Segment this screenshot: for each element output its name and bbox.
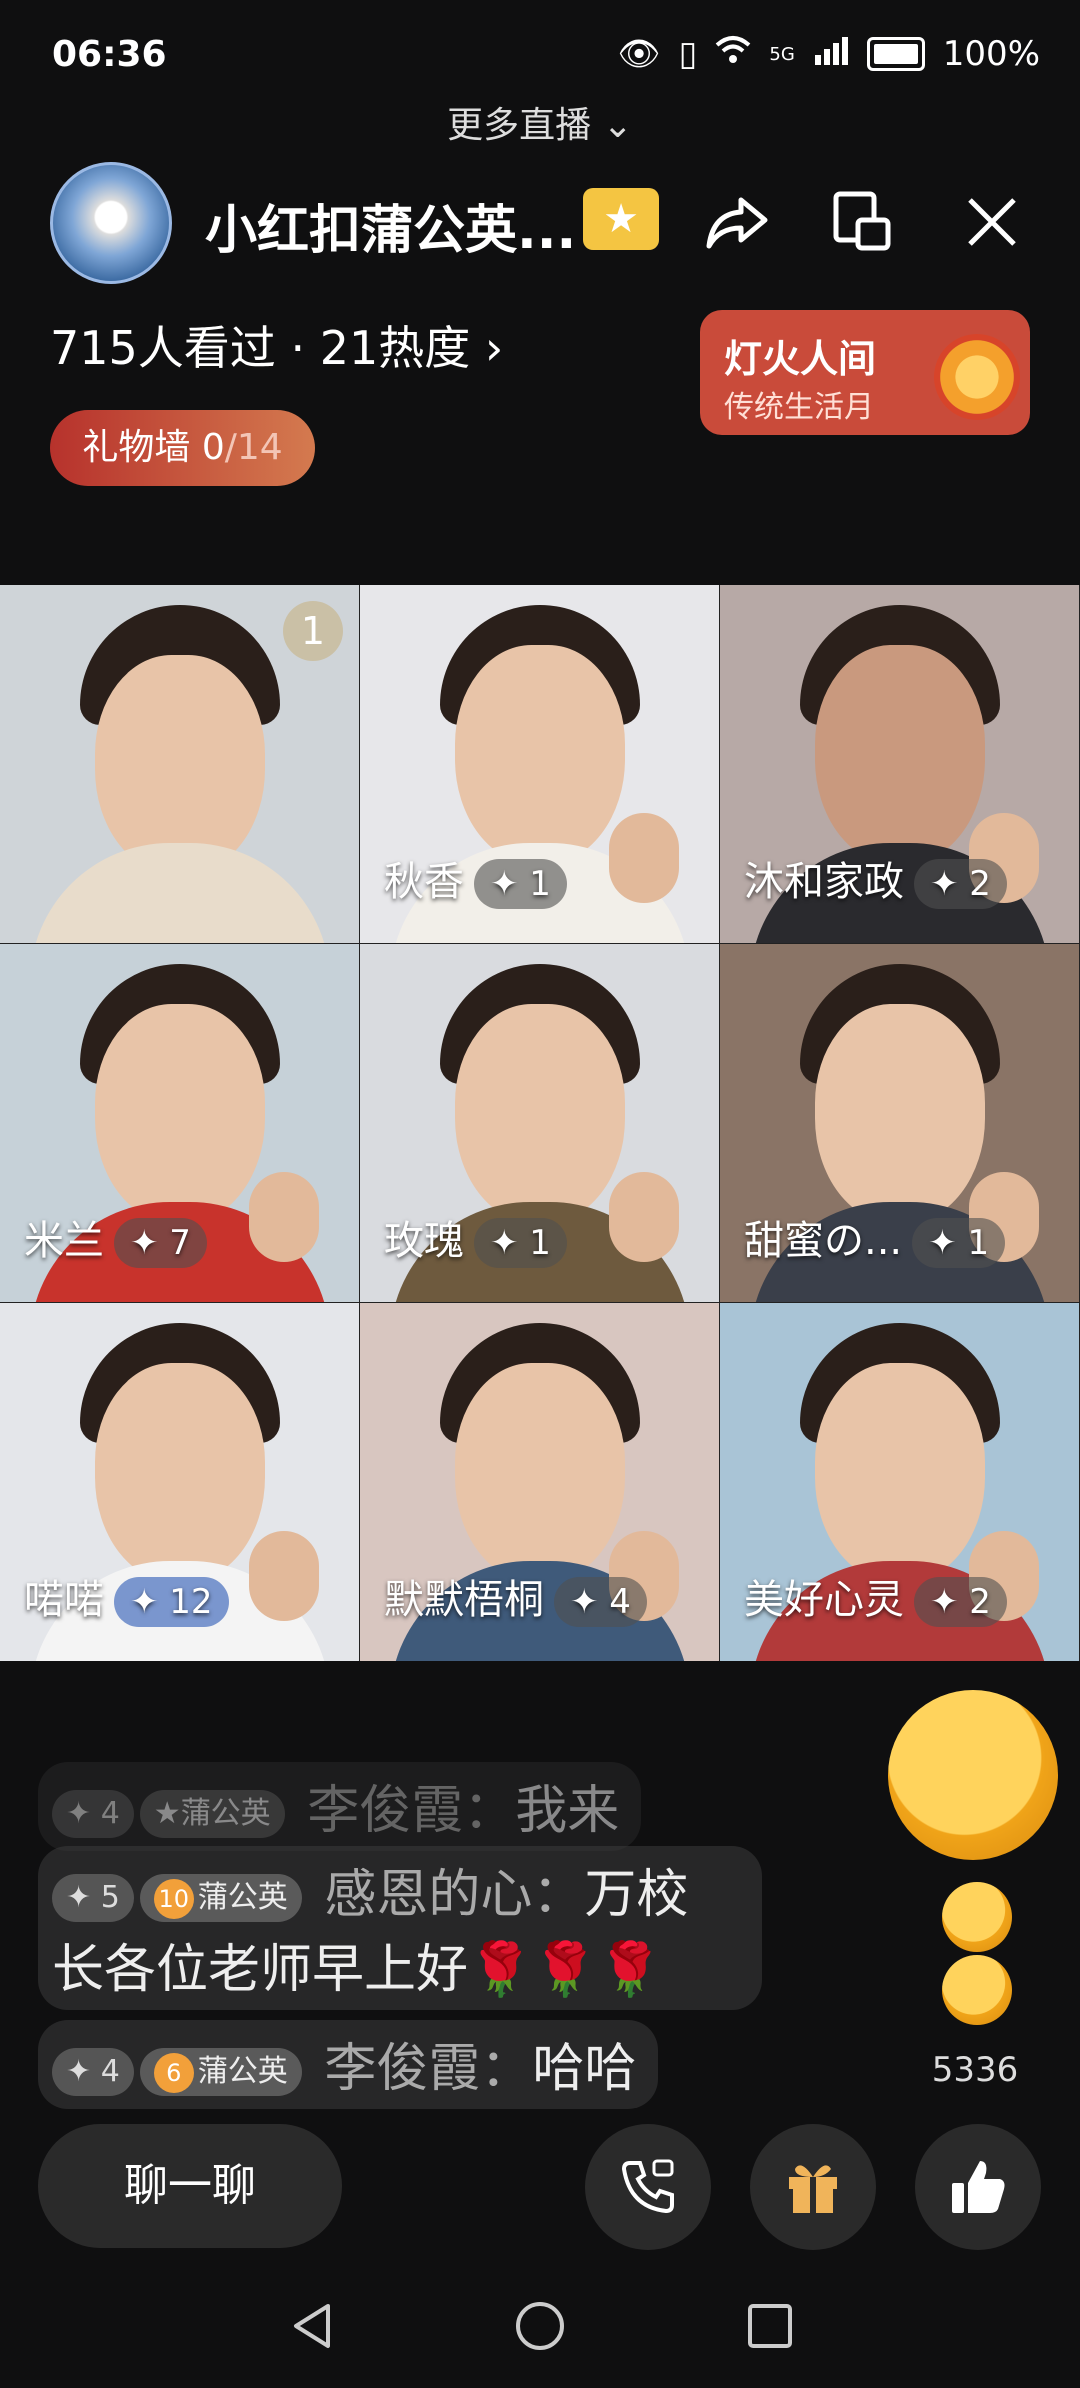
- recents-nav-button[interactable]: [740, 2296, 800, 2356]
- battery-icon: [866, 37, 925, 71]
- event-banner[interactable]: 灯火人间 传统生活月: [700, 310, 1030, 435]
- heat-count: 21热度: [319, 321, 471, 375]
- close-icon: [968, 198, 1016, 246]
- lion-dance-icon: [934, 334, 1020, 420]
- wifi-icon: [715, 34, 751, 74]
- event-subtitle: 传统生活月: [724, 390, 874, 425]
- viewer-count: 715人看过: [50, 321, 276, 375]
- phone-video-icon: [621, 2159, 674, 2214]
- vibrate-icon: ▯: [678, 34, 698, 74]
- chat-message[interactable]: ✦ 5 10 蒲公英 感恩的心：万校长各位老师早上好🌹🌹🌹: [38, 1846, 762, 2010]
- back-nav-button[interactable]: [282, 2296, 342, 2356]
- gift-wall-button[interactable]: 礼物墙 0/14: [50, 410, 315, 486]
- video-tile[interactable]: 米兰 ✦ 7: [0, 944, 359, 1302]
- score-pill: ✦ 7: [114, 1218, 207, 1268]
- signal-icon: [813, 34, 849, 74]
- rank-badge: 1: [283, 601, 343, 661]
- video-tile[interactable]: 秋香 ✦ 1: [360, 585, 719, 943]
- status-time: 06:36: [52, 34, 167, 75]
- more-live-dropdown[interactable]: 更多直播 ⌄: [0, 96, 1080, 148]
- more-live-label: 更多直播: [447, 105, 592, 146]
- chevron-down-icon: ⌄: [602, 105, 633, 146]
- user-level-chip: ✦ 4: [52, 2048, 134, 2096]
- fan-club-badge-icon[interactable]: ★: [583, 188, 659, 250]
- score-pill: ✦ 1: [912, 1218, 1006, 1268]
- recents-square-icon: [748, 2304, 792, 2348]
- fan-badge: ★蒲公英: [139, 1790, 285, 1838]
- chat-input-button[interactable]: 聊一聊: [38, 2124, 342, 2248]
- gift-wall-current: 0: [201, 427, 225, 468]
- score-pill: ✦ 2: [914, 1577, 1007, 1627]
- pip-button[interactable]: [822, 182, 902, 262]
- status-bar: 06:36 👁 ▯ 5G 100%: [0, 0, 1080, 110]
- participant-name: 秋香 ✦ 1: [384, 849, 567, 909]
- video-call-button[interactable]: [585, 2124, 711, 2250]
- fan-badge: 6 蒲公英: [139, 2048, 302, 2096]
- participant-name: 甜蜜の... ✦ 1: [744, 1208, 1006, 1268]
- score-pill: ✦ 1: [474, 1218, 567, 1268]
- star-eyes-emoji-icon[interactable]: [888, 1690, 1058, 1860]
- share-icon: [706, 197, 768, 249]
- comment-text: 哈哈: [532, 2039, 637, 2099]
- like-button[interactable]: [915, 2124, 1041, 2250]
- user-level-chip: ✦ 4: [52, 1790, 134, 1838]
- score-pill: ✦ 2: [914, 859, 1007, 909]
- room-title[interactable]: 小红扣蒲公英...: [205, 188, 576, 263]
- participant-name: 默默梧桐 ✦ 4: [384, 1567, 647, 1627]
- home-circle-icon: [516, 2302, 564, 2350]
- user-level-chip: ✦ 5: [52, 1874, 134, 1922]
- gift-button[interactable]: [750, 2124, 876, 2250]
- viewer-stats[interactable]: 715人看过 · 21热度 ›: [50, 312, 503, 378]
- video-tile[interactable]: 默默梧桐 ✦ 4: [360, 1303, 719, 1661]
- back-triangle-icon: [294, 2304, 330, 2348]
- video-tile[interactable]: 甜蜜の... ✦ 1: [720, 944, 1079, 1302]
- like-count: 5336: [931, 2050, 1019, 2090]
- participant-name: 喏喏 ✦ 12: [24, 1567, 229, 1627]
- gift-wall-total: /14: [224, 427, 283, 468]
- share-button[interactable]: [697, 182, 777, 262]
- dot-separator: ·: [290, 321, 320, 375]
- chat-message[interactable]: ✦ 4 6 蒲公英 李俊霞：哈哈: [38, 2020, 659, 2109]
- comment-text: 我来: [515, 1781, 620, 1841]
- video-tile[interactable]: 美好心灵 ✦ 2: [720, 1303, 1079, 1661]
- event-title: 灯火人间: [724, 337, 877, 381]
- chat-message[interactable]: ✦ 4 ★蒲公英 李俊霞：我来: [38, 1762, 642, 1851]
- gift-icon: [789, 2165, 837, 2213]
- network-label: 5G: [769, 43, 795, 65]
- thumbs-up-icon: [952, 2161, 1005, 2213]
- pip-icon: [833, 191, 891, 251]
- smirk-emoji-icon: [942, 1882, 1012, 1952]
- score-pill: ✦ 4: [554, 1577, 647, 1627]
- comment-user: 李俊霞：: [324, 2039, 533, 2099]
- gift-wall-label: 礼物墙: [82, 427, 191, 468]
- video-tile-host[interactable]: 1: [0, 585, 359, 943]
- participant-name: 米兰 ✦ 7: [24, 1208, 207, 1268]
- video-tile[interactable]: 玫瑰 ✦ 1: [360, 944, 719, 1302]
- participant-name: 玫瑰 ✦ 1: [384, 1208, 567, 1268]
- comment-user: 李俊霞：: [307, 1781, 516, 1841]
- eye-icon: 👁: [617, 34, 661, 74]
- star-eyes-small-icon: [942, 1955, 1012, 2025]
- video-tile[interactable]: 沐和家政 ✦ 2: [720, 585, 1079, 943]
- video-tile[interactable]: 喏喏 ✦ 12: [0, 1303, 359, 1661]
- battery-level: 100%: [942, 34, 1040, 74]
- comment-user: 感恩的心：: [324, 1865, 585, 1925]
- score-pill: ✦ 1: [474, 859, 567, 909]
- participant-name: 沐和家政 ✦ 2: [744, 849, 1007, 909]
- score-pill: ✦ 12: [114, 1577, 229, 1627]
- close-button[interactable]: [952, 182, 1032, 262]
- host-avatar[interactable]: [50, 162, 172, 284]
- home-nav-button[interactable]: [510, 2296, 570, 2356]
- participant-name: 美好心灵 ✦ 2: [744, 1567, 1007, 1627]
- video-grid: 1 秋香 ✦ 1 沐和家政 ✦ 2 米兰 ✦ 7 玫瑰 ✦ 1 甜蜜の... ✦ 1 喏喏…: [0, 585, 1080, 1661]
- fan-badge: 10 蒲公英: [139, 1874, 302, 1922]
- chevron-right-icon: ›: [484, 321, 504, 375]
- status-icons: 👁 ▯ 5G 100%: [618, 34, 1041, 74]
